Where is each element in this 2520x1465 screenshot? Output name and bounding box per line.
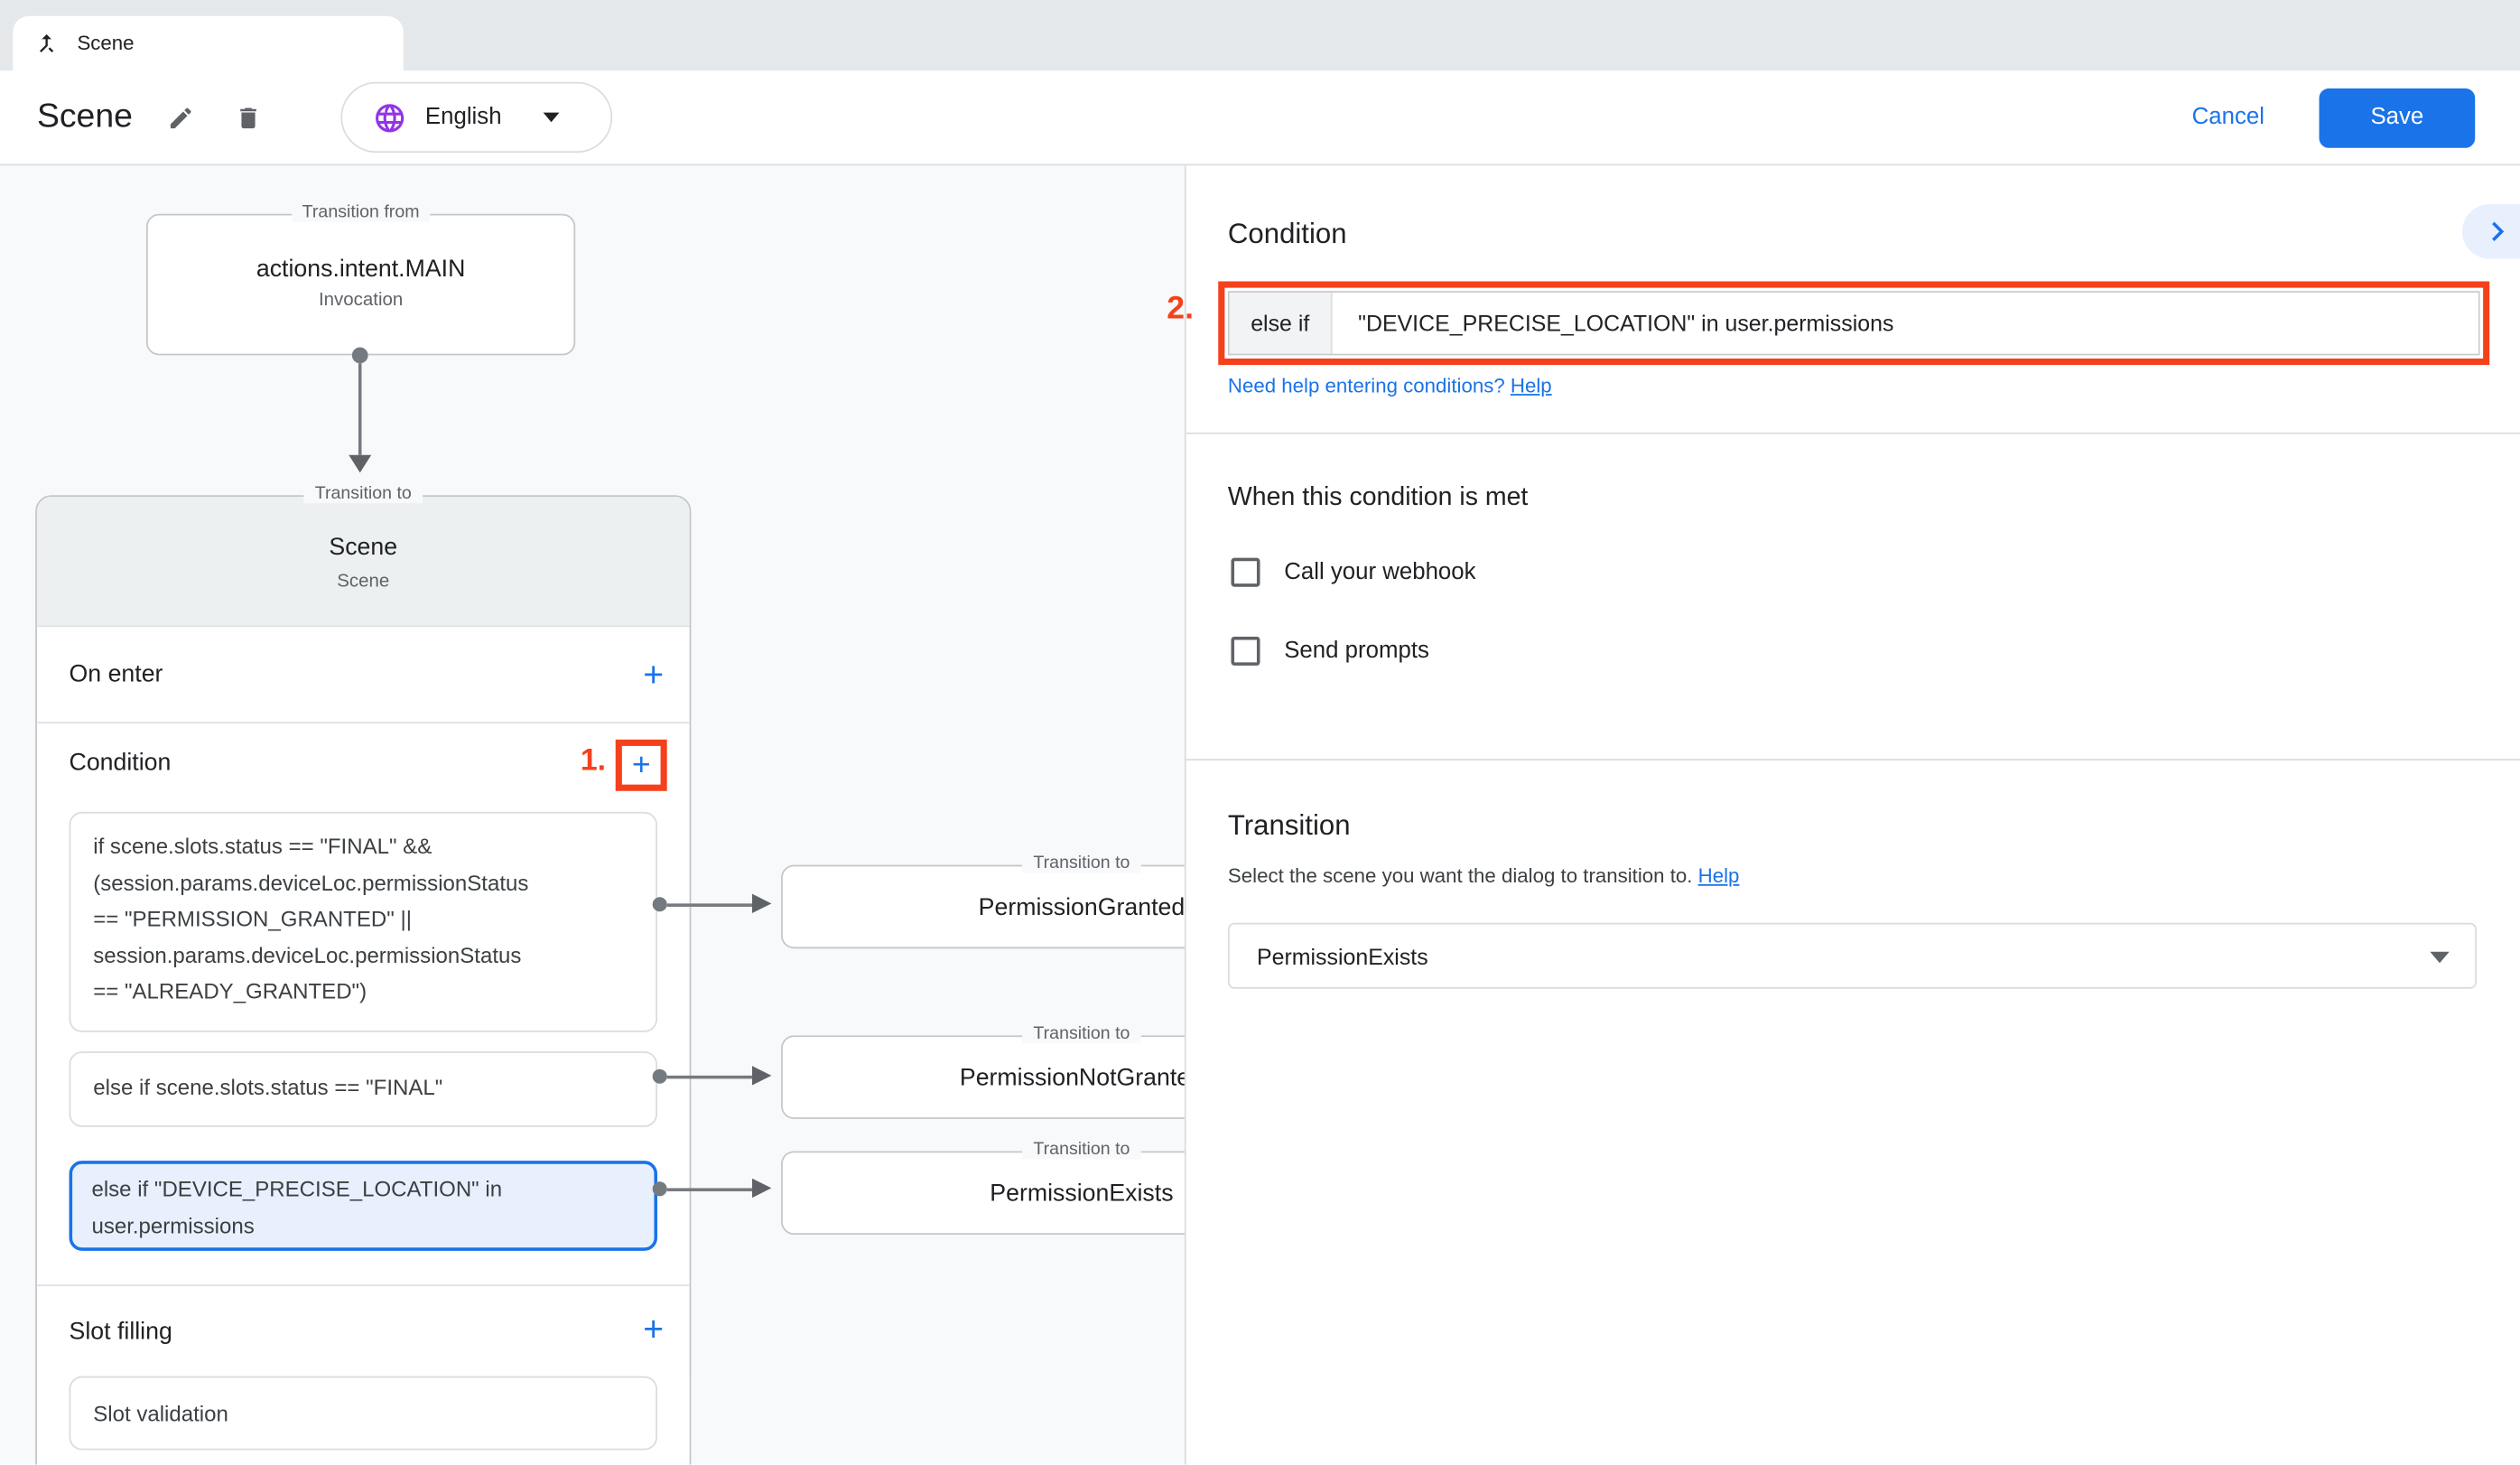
connector-dot [352, 347, 368, 363]
workspace: Transition from actions.intent.MAIN Invo… [0, 165, 2520, 1464]
flow-node-invocation[interactable]: Transition from actions.intent.MAIN Invo… [146, 214, 575, 356]
send-prompts-option[interactable]: Send prompts [1231, 637, 2478, 666]
transition-desc-text: Select the scene you want the dialog to … [1228, 865, 1698, 888]
annotation-step-1: 1. [581, 744, 606, 779]
transition-to-legend: Transition to [1022, 854, 1141, 872]
scene-node-header[interactable]: Scene Scene [37, 497, 690, 625]
annotation-highlight-box-2: else if [1218, 282, 2489, 366]
connector-line [667, 1188, 756, 1191]
delete-scene-button[interactable] [234, 104, 261, 131]
arrow-down-icon [349, 455, 371, 473]
panel-transition-heading: Transition [1228, 806, 2478, 846]
chevron-right-icon [2478, 212, 2517, 251]
connector-line [667, 903, 756, 907]
tab-strip: Scene [0, 0, 2520, 70]
condition-help-line: Need help entering conditions? Help [1228, 375, 2478, 397]
cancel-button[interactable]: Cancel [2192, 105, 2264, 130]
invocation-intent-name: actions.intent.MAIN [148, 216, 574, 284]
condition-detail-panel: Condition 2. else if Need help entering … [1185, 165, 2520, 1464]
connector-dot [653, 1181, 667, 1196]
transition-help-link[interactable]: Help [1698, 865, 1740, 888]
call-webhook-checkbox[interactable] [1231, 558, 1260, 587]
condition-section-label: Condition [70, 749, 172, 776]
arrow-right-icon [752, 894, 771, 913]
transition-scene-select[interactable]: PermissionExists [1228, 923, 2477, 989]
dropdown-caret-icon [2430, 952, 2449, 963]
condition-expression-input[interactable] [1333, 293, 2478, 354]
call-webhook-option[interactable]: Call your webhook [1231, 558, 2478, 587]
slot-validation-card[interactable]: Slot validation [70, 1376, 657, 1451]
transition-to-legend: Transition to [303, 484, 423, 503]
condition-card-3-selected[interactable]: else if "DEVICE_PRECISE_LOCATION" in use… [70, 1161, 657, 1251]
transition-to-legend: Transition to [1022, 1024, 1141, 1043]
slot-filling-label: Slot filling [70, 1319, 172, 1346]
page-title: Scene [37, 98, 133, 137]
language-label: English [425, 105, 502, 130]
connector-dot [653, 1069, 667, 1084]
transition-description: Select the scene you want the dialog to … [1228, 865, 2478, 888]
divider [1186, 433, 2520, 434]
app-window: Scene Scene English Cancel Save [0, 0, 2520, 1465]
flow-node-scene: Transition to Scene Scene On enter + Con… [35, 495, 691, 1464]
panel-condition-heading: Condition [1228, 214, 2478, 255]
target-scene-name: PermissionExists [990, 1180, 1173, 1207]
on-enter-section: On enter + [37, 625, 690, 722]
call-webhook-label: Call your webhook [1284, 559, 1475, 584]
globe-icon [372, 100, 405, 134]
connector-dot [653, 897, 667, 911]
merge-type-icon [33, 31, 59, 56]
condition-section-header: Condition 1. + [37, 722, 690, 802]
add-condition-button[interactable]: + [632, 749, 651, 781]
arrow-right-icon [752, 1066, 771, 1085]
connector-line [667, 1076, 756, 1079]
tab-scene[interactable]: Scene [13, 16, 404, 71]
language-selector[interactable]: English [340, 82, 612, 153]
header-actions: Cancel Save [2192, 88, 2476, 147]
invocation-type-label: Invocation [148, 291, 574, 310]
scene-node-title: Scene [37, 497, 690, 561]
target-scene-name: PermissionGranted [979, 893, 1186, 920]
header-bar: Scene English Cancel Save [0, 70, 2520, 165]
chevron-down-icon [544, 113, 560, 123]
divider [1186, 759, 2520, 760]
send-prompts-label: Send prompts [1284, 639, 1429, 664]
on-enter-label: On enter [70, 661, 163, 688]
save-button[interactable]: Save [2320, 88, 2476, 147]
pencil-icon [166, 104, 193, 131]
connector-line [358, 363, 362, 454]
transition-from-legend: Transition from [291, 202, 431, 221]
when-met-heading: When this condition is met [1228, 484, 2478, 513]
condition-editor: 2. else if [1218, 282, 2489, 366]
help-prefix-text: Need help entering conditions? [1228, 375, 1511, 397]
condition-card-1[interactable]: if scene.slots.status == "FINAL" && (ses… [70, 812, 657, 1032]
scene-node-type-label: Scene [37, 573, 690, 592]
annotation-step-2: 2. [1167, 291, 1194, 328]
condition-card-2[interactable]: else if scene.slots.status == "FINAL" [70, 1051, 657, 1127]
send-prompts-checkbox[interactable] [1231, 637, 1260, 666]
add-on-enter-button[interactable]: + [643, 657, 664, 692]
else-if-chip: else if [1230, 293, 1333, 354]
add-slot-button[interactable]: + [643, 1311, 664, 1347]
slot-filling-section-header: Slot filling + [37, 1284, 690, 1342]
tab-label: Scene [77, 33, 134, 55]
edit-scene-button[interactable] [166, 104, 193, 131]
trash-icon [234, 104, 261, 131]
transition-scene-value: PermissionExists [1257, 943, 1428, 968]
collapse-panel-button[interactable] [2462, 204, 2520, 259]
transition-to-legend: Transition to [1022, 1140, 1141, 1159]
condition-help-link[interactable]: Help [1511, 375, 1552, 397]
target-scene-name: PermissionNotGranted [960, 1063, 1204, 1090]
arrow-right-icon [752, 1179, 771, 1198]
annotation-highlight-box-1: + [616, 740, 667, 791]
